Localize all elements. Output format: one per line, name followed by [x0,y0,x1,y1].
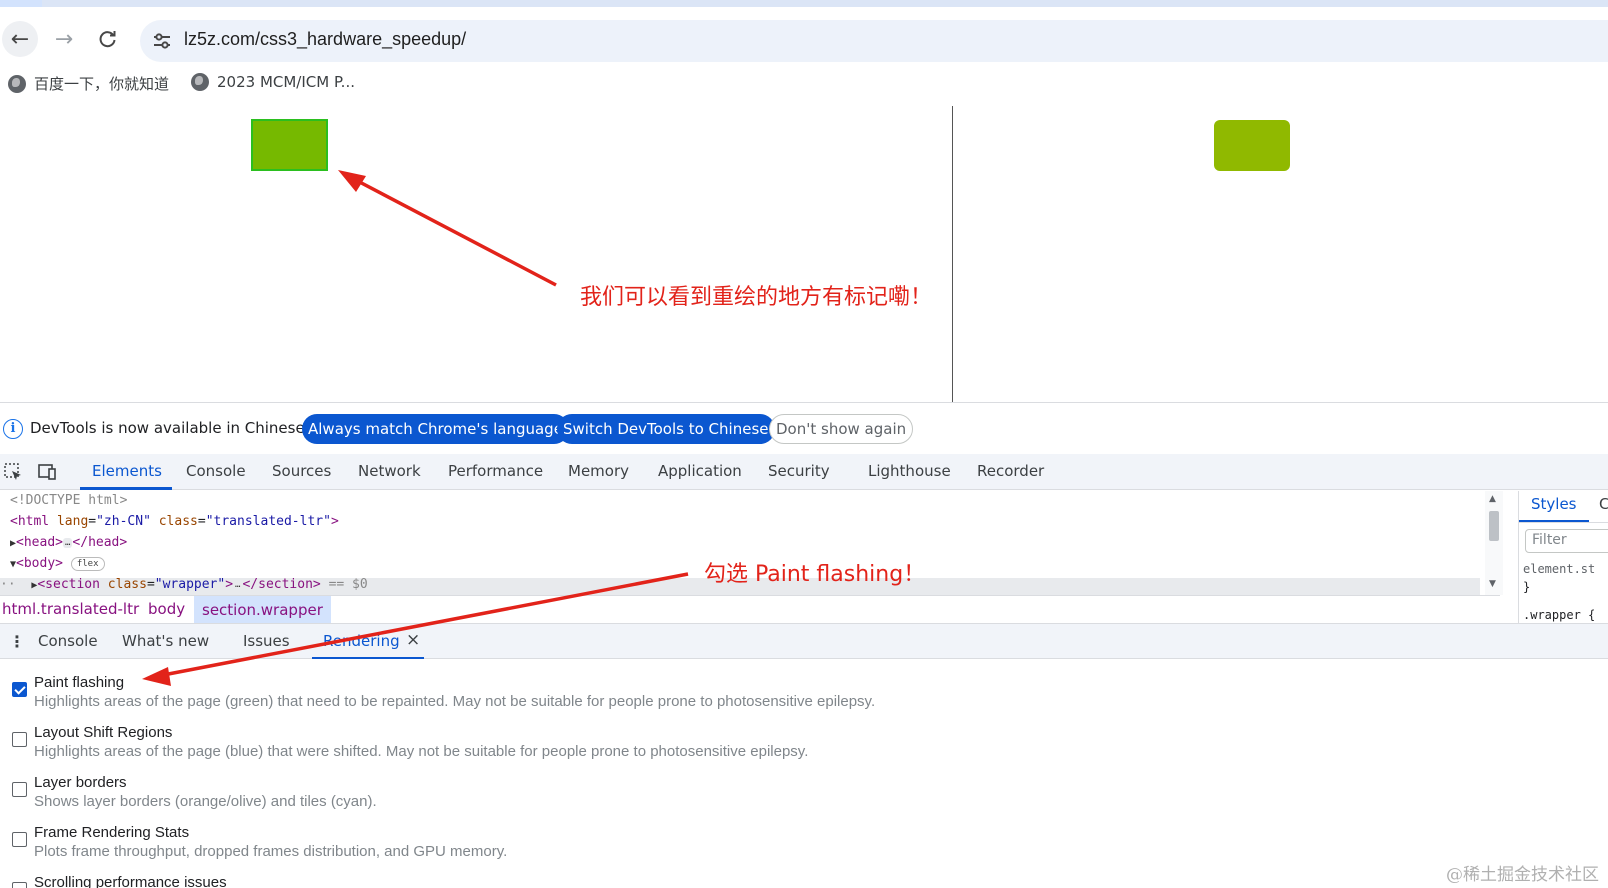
watermark: @稀土掘金技术社区 [1446,865,1599,885]
active-tab-indicator [80,487,172,490]
scroll-up-icon[interactable]: ▲ [1489,494,1496,504]
styles-divider [1519,522,1608,523]
option-description: Plots frame throughput, dropped frames d… [34,843,508,860]
tab-security[interactable]: Security [768,462,830,480]
bookmarks-bar: 百度一下，你就知道 2023 MCM/ICM P... [0,63,1608,103]
option-title[interactable]: Frame Rendering Stats [34,824,189,841]
device-toolbar-icon[interactable] [37,462,57,482]
rendering-panel: Paint flashing Highlights areas of the p… [0,659,1608,888]
body-node[interactable]: ▼<body> flex [10,556,105,571]
green-box [1214,120,1290,171]
address-bar[interactable]: lz5z.com/css3_hardware_speedup/ [140,20,1608,62]
info-icon: i [3,419,23,439]
scrolling-performance-checkbox[interactable] [12,882,27,888]
section-node[interactable]: ·· ▶<section class="wrapper">… </section>… [0,577,368,592]
dont-show-again-button[interactable]: Don't show again [769,414,914,444]
tab-performance[interactable]: Performance [448,462,543,480]
tab-styles[interactable]: Styles [1531,495,1577,513]
more-tabs-icon[interactable]: ⋮ [9,632,25,651]
divider-line [952,106,953,402]
back-button[interactable]: ← [2,21,38,57]
option-title[interactable]: Layout Shift Regions [34,724,172,741]
tab-elements[interactable]: Elements [92,462,162,480]
page-viewport: 我们可以看到重绘的地方有标记嘞！ [0,104,1608,402]
scroll-down-icon[interactable]: ▼ [1489,579,1496,589]
tab-strip-bg [42,0,1608,7]
drawer-tab-issues[interactable]: Issues [243,632,290,650]
globe-icon [191,73,209,91]
devtools-infobar: i DevTools is now available in Chinese! … [0,402,1608,454]
tab-computed[interactable]: C [1599,495,1608,513]
globe-icon [8,74,26,93]
infobar-message: DevTools is now available in Chinese! [30,419,311,437]
bookmark-label: 百度一下，你就知道 [34,75,170,93]
breadcrumb-section[interactable]: section.wrapper [194,596,331,624]
annotation-check-paint-flashing: 勾选 Paint flashing！ [704,562,926,587]
green-box-repainted [251,119,328,171]
paint-flashing-checkbox[interactable] [12,682,27,697]
style-rule-wrapper: .wrapper { [1523,608,1596,622]
head-node[interactable]: ▶<head>… </head> [10,535,127,550]
drawer-tab-console[interactable]: Console [38,632,98,650]
arrow-left-icon: ← [10,26,30,52]
bookmark-mcm[interactable]: 2023 MCM/ICM P... [191,73,355,91]
tab-lighthouse[interactable]: Lighthouse [868,462,951,480]
bookmark-label: 2023 MCM/ICM P... [217,73,355,91]
always-match-language-button[interactable]: Always match Chrome's language [302,414,569,444]
tab-memory[interactable]: Memory [568,462,629,480]
url-text[interactable]: lz5z.com/css3_hardware_speedup/ [184,29,466,50]
option-title[interactable]: Paint flashing [34,674,124,691]
forward-button[interactable]: → [46,21,82,57]
option-description: Shows layer borders (orange/olive) and t… [34,793,377,810]
option-description: Highlights areas of the page (blue) that… [34,743,809,760]
drawer-tabs: ⋮ Console What's new Issues Rendering × [0,623,1608,660]
inspect-element-icon[interactable] [3,462,23,482]
option-title[interactable]: Layer borders [34,774,127,791]
tab-strip [0,0,1608,7]
html-node[interactable]: <html lang="zh-CN" class="translated-ltr… [10,514,339,529]
option-description: Highlights areas of the page (green) tha… [34,693,876,710]
styles-pane: Styles C Filter element.st } .wrapper { [1518,491,1608,623]
arrow-right-icon: → [54,26,74,52]
breadcrumb-body[interactable]: body [148,600,185,618]
tab-recorder[interactable]: Recorder [977,462,1044,480]
elements-scrollbar[interactable]: ▲ ▼ [1485,491,1503,595]
drawer-tab-rendering[interactable]: Rendering [323,632,400,650]
close-icon[interactable]: × [406,630,420,650]
flex-badge[interactable]: flex [70,556,105,571]
annotation-repaint: 我们可以看到重绘的地方有标记嘞！ [580,285,933,310]
styles-filter-input[interactable]: Filter [1525,529,1608,553]
drawer-tab-whats-new[interactable]: What's new [122,632,209,650]
layout-shift-checkbox[interactable] [12,732,27,747]
doctype-node[interactable]: <!DOCTYPE html> [10,493,127,508]
tab-application[interactable]: Application [658,462,742,480]
bookmark-baidu[interactable]: 百度一下，你就知道 [8,73,169,94]
site-settings-icon[interactable] [152,31,172,51]
scroll-thumb[interactable] [1489,511,1499,541]
tab-sources[interactable]: Sources [272,462,331,480]
breadcrumb: html.translated-ltr body section.wrapper [0,595,1500,624]
style-rule-element: element.st [1523,562,1596,576]
breadcrumb-html[interactable]: html.translated-ltr [2,600,139,618]
collapsed-ellipsis[interactable]: … [63,537,73,548]
devtools-main-tabs: Elements Console Sources Network Perform… [0,454,1608,490]
reload-button[interactable] [90,21,126,57]
style-rule-brace: } [1523,580,1531,594]
browser-toolbar: ← → lz5z.com/css3_hardware_speedup/ [0,7,1608,63]
tab-network[interactable]: Network [358,462,421,480]
frame-rendering-checkbox[interactable] [12,832,27,847]
tab-console[interactable]: Console [186,462,246,480]
option-title[interactable]: Scrolling performance issues [34,874,227,888]
switch-to-chinese-button[interactable]: Switch DevTools to Chinese [557,414,775,444]
layer-borders-checkbox[interactable] [12,782,27,797]
reload-icon [99,31,116,48]
